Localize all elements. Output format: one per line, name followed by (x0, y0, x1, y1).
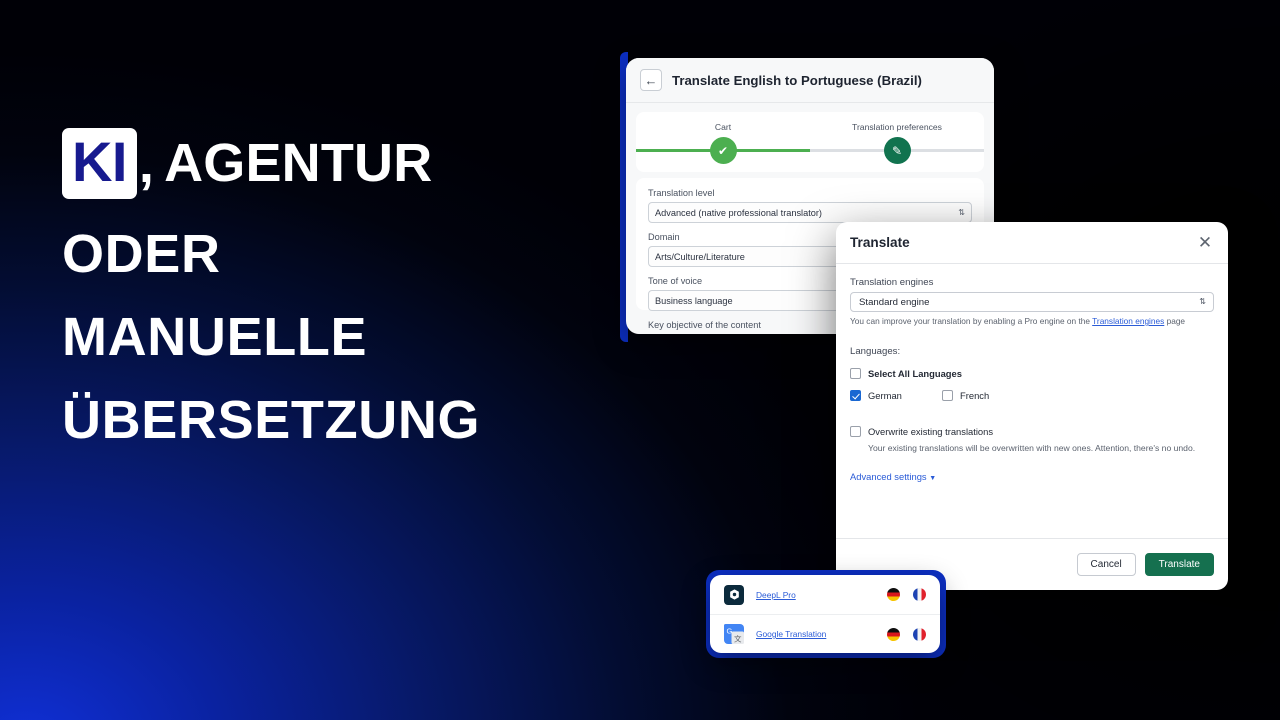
translation-engine-select[interactable]: Standard engine ⇅ (850, 292, 1214, 312)
language-checkbox-row: German French (850, 390, 1214, 401)
google-translate-icon: G 文 (724, 624, 744, 644)
check-icon: ✔ (717, 143, 729, 158)
step-label-preferences: Translation preferences (852, 122, 942, 132)
pencil-icon: ✎ (891, 143, 903, 158)
chevron-down-icon: ▼ (929, 475, 937, 482)
headline-line-1: KI , Agentur (62, 128, 622, 199)
headline-comma: , (138, 133, 155, 194)
translation-engines-link[interactable]: Translation engines (1092, 316, 1164, 326)
checkbox-select-all-languages[interactable] (850, 368, 861, 379)
language-item-french[interactable]: French (942, 390, 989, 401)
headline-line-3: manuelle (62, 307, 368, 368)
flag-germany-icon (887, 627, 900, 641)
field-value-tone-of-voice: Business language (655, 295, 733, 306)
close-icon[interactable]: ✕ (1196, 234, 1214, 252)
modal-body: Translation engines Standard engine ⇅ Yo… (836, 264, 1228, 538)
preferences-title: Translate English to Portuguese (Brazil) (672, 72, 922, 88)
modal-header: Translate ✕ (836, 222, 1228, 264)
chevron-updown-icon: ⇅ (958, 207, 965, 217)
back-arrow-icon[interactable]: ← (640, 69, 662, 91)
svg-text:文: 文 (734, 634, 742, 644)
chevron-updown-icon: ⇅ (1199, 297, 1206, 306)
engine-flags-google (887, 627, 926, 641)
engine-row-google[interactable]: G 文 Google Translation (710, 614, 940, 653)
headline-line-4: Übersetzung (62, 390, 481, 451)
checkbox-french[interactable] (942, 390, 953, 401)
select-all-languages-row[interactable]: Select All Languages (850, 368, 1214, 379)
translate-button[interactable]: Translate (1144, 553, 1214, 576)
field-value-domain: Arts/Culture/Literature (655, 251, 745, 262)
translation-engines-card: DeepL Pro G 文 Google Translation (710, 575, 940, 653)
engine-hint-suffix: page (1164, 316, 1186, 326)
languages-label: Languages: (850, 346, 901, 357)
checkbox-overwrite-existing-translations[interactable] (850, 426, 861, 437)
overwrite-row[interactable]: Overwrite existing translations (850, 426, 1214, 437)
deepl-icon (724, 584, 744, 605)
headline-line-2: oder (62, 224, 221, 284)
engine-row-deepl[interactable]: DeepL Pro (710, 575, 940, 614)
language-item-german[interactable]: German (850, 390, 942, 401)
slide-canvas: KI , Agentur oder manuelle Übersetzung ←… (0, 0, 1280, 720)
engine-flags-deepl (887, 588, 926, 601)
flag-france-icon (913, 627, 926, 641)
field-label-translation-level: Translation level (648, 188, 715, 198)
label-translation-engines: Translation engines (850, 277, 934, 288)
engine-hint-prefix: You can improve your translation by enab… (850, 316, 1093, 326)
preferences-header: ← Translate English to Portuguese (Brazi… (626, 58, 994, 103)
translation-engine-value: Standard engine (859, 296, 930, 308)
engine-hint: You can improve your translation by enab… (850, 316, 1214, 326)
field-value-translation-level: Advanced (native professional translator… (655, 207, 822, 218)
stepper: Cart Translation preferences ✔ ✎ (636, 112, 984, 172)
step-dot-cart[interactable]: ✔ (709, 137, 737, 164)
label-french: French (960, 390, 990, 401)
headline-agentur: Agentur (164, 132, 433, 193)
checkbox-german[interactable] (850, 390, 861, 401)
label-german: German (868, 390, 902, 401)
engine-name-google[interactable]: Google Translation (756, 629, 887, 639)
label-select-all-languages: Select All Languages (868, 368, 962, 379)
step-dot-preferences[interactable]: ✎ (883, 137, 911, 164)
advanced-settings-label: Advanced settings (850, 471, 927, 482)
advanced-settings-toggle[interactable]: Advanced settings ▼ (850, 471, 1214, 482)
modal-title: Translate (850, 235, 910, 250)
overwrite-description: Your existing translations will be overw… (868, 443, 1196, 453)
step-label-cart: Cart (714, 122, 732, 132)
cancel-button[interactable]: Cancel (1076, 553, 1136, 576)
engine-name-deepl[interactable]: DeepL Pro (756, 590, 887, 600)
field-translation-level[interactable]: Advanced (native professional translator… (648, 202, 972, 223)
flag-germany-icon (887, 588, 900, 601)
flag-france-icon (913, 588, 926, 601)
headline-block: KI , Agentur oder manuelle Übersetzung (62, 128, 622, 448)
label-overwrite-existing-translations: Overwrite existing translations (868, 426, 994, 437)
ki-logo-badge: KI (62, 128, 137, 199)
translate-modal: Translate ✕ Translation engines Standard… (836, 222, 1228, 590)
